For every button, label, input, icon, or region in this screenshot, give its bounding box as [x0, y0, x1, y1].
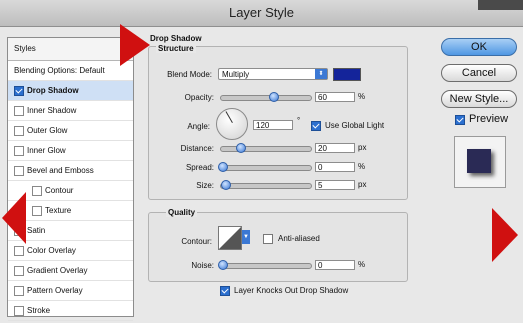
annotation-arrow-right-bottom — [492, 208, 518, 262]
style-item-gradient-overlay[interactable]: Gradient Overlay — [8, 261, 133, 281]
distance-input[interactable]: 20 — [315, 143, 355, 153]
style-item-stroke[interactable]: Stroke — [8, 301, 133, 321]
style-item-inner-glow[interactable]: Inner Glow — [8, 141, 133, 161]
preview-checkbox[interactable] — [455, 115, 465, 125]
style-item-label: Satin — [27, 226, 46, 235]
texture-checkbox[interactable] — [32, 206, 42, 216]
use-global-light-checkbox[interactable] — [311, 121, 321, 131]
distance-slider[interactable] — [220, 146, 312, 152]
opacity-input[interactable]: 60 — [315, 92, 355, 102]
contour-picker[interactable] — [218, 226, 242, 250]
styles-header[interactable]: Styles — [8, 38, 133, 61]
style-item-label: Outer Glow — [27, 126, 68, 135]
background-window-corner — [478, 0, 523, 10]
contour-label: Contour: — [181, 237, 212, 246]
opacity-label: Opacity: — [184, 93, 214, 102]
blend-mode-select[interactable]: Multiply ⬍ — [218, 68, 328, 80]
noise-label: Noise: — [191, 261, 214, 270]
size-slider[interactable] — [220, 183, 312, 189]
distance-unit: px — [358, 143, 367, 152]
spread-input[interactable]: 0 — [315, 162, 355, 172]
style-item-label: Drop Shadow — [27, 86, 79, 95]
noise-slider-thumb[interactable] — [218, 260, 228, 270]
inner-glow-checkbox[interactable] — [14, 146, 24, 156]
blend-mode-value: Multiply — [222, 70, 250, 79]
shadow-color-swatch[interactable] — [333, 68, 361, 81]
preview-label: Preview — [469, 113, 509, 125]
noise-unit: % — [358, 260, 366, 269]
style-item-outer-glow[interactable]: Outer Glow — [8, 121, 133, 141]
color-overlay-checkbox[interactable] — [14, 246, 24, 256]
size-input[interactable]: 5 — [315, 180, 355, 190]
styles-panel: Styles Blending Options: Default Drop Sh… — [7, 37, 134, 321]
style-item-label: Contour — [45, 186, 74, 195]
noise-input[interactable]: 0 — [315, 260, 355, 270]
contour-dropdown-arrow-icon[interactable]: ▼ — [242, 230, 250, 244]
size-label: Size: — [196, 181, 214, 190]
style-item-label: Gradient Overlay — [27, 266, 88, 275]
knockout-label: Layer Knocks Out Drop Shadow — [234, 286, 349, 295]
anti-aliased-label: Anti-aliased — [278, 234, 320, 243]
preview-swatch — [467, 149, 491, 173]
quality-title: Quality — [166, 208, 198, 217]
cancel-button[interactable]: Cancel — [441, 64, 517, 82]
size-unit: px — [358, 180, 367, 189]
annotation-arrow-left — [2, 192, 26, 244]
spread-label: Spread: — [185, 163, 214, 172]
blend-mode-label: Blend Mode: — [167, 70, 212, 79]
spread-slider[interactable] — [220, 165, 312, 171]
gradient-overlay-checkbox[interactable] — [14, 266, 24, 276]
opacity-slider[interactable] — [220, 95, 312, 101]
drop-shadow-settings: Drop Shadow Structure Blend Mode: Multip… — [148, 30, 418, 320]
ok-button[interactable]: OK — [441, 38, 517, 56]
style-item-label: Stroke — [27, 306, 51, 315]
angle-label: Angle: — [187, 122, 210, 131]
angle-input[interactable]: 120 — [253, 120, 293, 130]
drop-shadow-checkbox[interactable] — [14, 86, 24, 96]
new-style-button[interactable]: New Style... — [441, 90, 517, 108]
style-item-drop-shadow[interactable]: Drop Shadow — [8, 81, 133, 101]
use-global-light-label: Use Global Light — [325, 121, 385, 130]
angle-unit: ° — [297, 116, 301, 125]
style-item-bevel-emboss[interactable]: Bevel and Emboss — [8, 161, 133, 181]
quality-group — [148, 212, 408, 282]
style-item-label: Texture — [45, 206, 72, 215]
opacity-unit: % — [358, 92, 366, 101]
anti-aliased-checkbox[interactable] — [263, 234, 273, 244]
knockout-checkbox[interactable] — [220, 286, 230, 296]
style-item-label: Color Overlay — [27, 246, 76, 255]
angle-dial[interactable] — [216, 108, 248, 140]
size-slider-thumb[interactable] — [221, 180, 231, 190]
window-title: Layer Style — [0, 0, 523, 27]
distance-label: Distance: — [180, 144, 214, 153]
style-item-label: Inner Shadow — [27, 106, 77, 115]
drop-shadow-title: Drop Shadow — [150, 34, 202, 43]
style-item-label: Inner Glow — [27, 146, 66, 155]
style-item-pattern-overlay[interactable]: Pattern Overlay — [8, 281, 133, 301]
layer-style-dialog: Layer Style Styles Blending Options: Def… — [0, 0, 523, 323]
style-preview — [454, 136, 506, 188]
spread-unit: % — [358, 162, 366, 171]
bevel-emboss-checkbox[interactable] — [14, 166, 24, 176]
outer-glow-checkbox[interactable] — [14, 126, 24, 136]
style-item-label: Pattern Overlay — [27, 286, 83, 295]
inner-shadow-checkbox[interactable] — [14, 106, 24, 116]
spread-slider-thumb[interactable] — [218, 162, 228, 172]
noise-slider[interactable] — [220, 263, 312, 269]
opacity-slider-thumb[interactable] — [269, 92, 279, 102]
distance-slider-thumb[interactable] — [236, 143, 246, 153]
stroke-checkbox[interactable] — [14, 306, 24, 316]
select-arrows-icon: ⬍ — [315, 69, 327, 79]
contour-curve-icon — [219, 227, 241, 249]
annotation-arrow-right-top — [120, 24, 150, 66]
blending-options-item[interactable]: Blending Options: Default — [8, 61, 133, 81]
structure-title: Structure — [156, 44, 196, 53]
pattern-overlay-checkbox[interactable] — [14, 286, 24, 296]
angle-dial-hand — [225, 111, 233, 123]
style-item-label: Bevel and Emboss — [27, 166, 94, 175]
style-item-inner-shadow[interactable]: Inner Shadow — [8, 101, 133, 121]
contour-checkbox[interactable] — [32, 186, 42, 196]
